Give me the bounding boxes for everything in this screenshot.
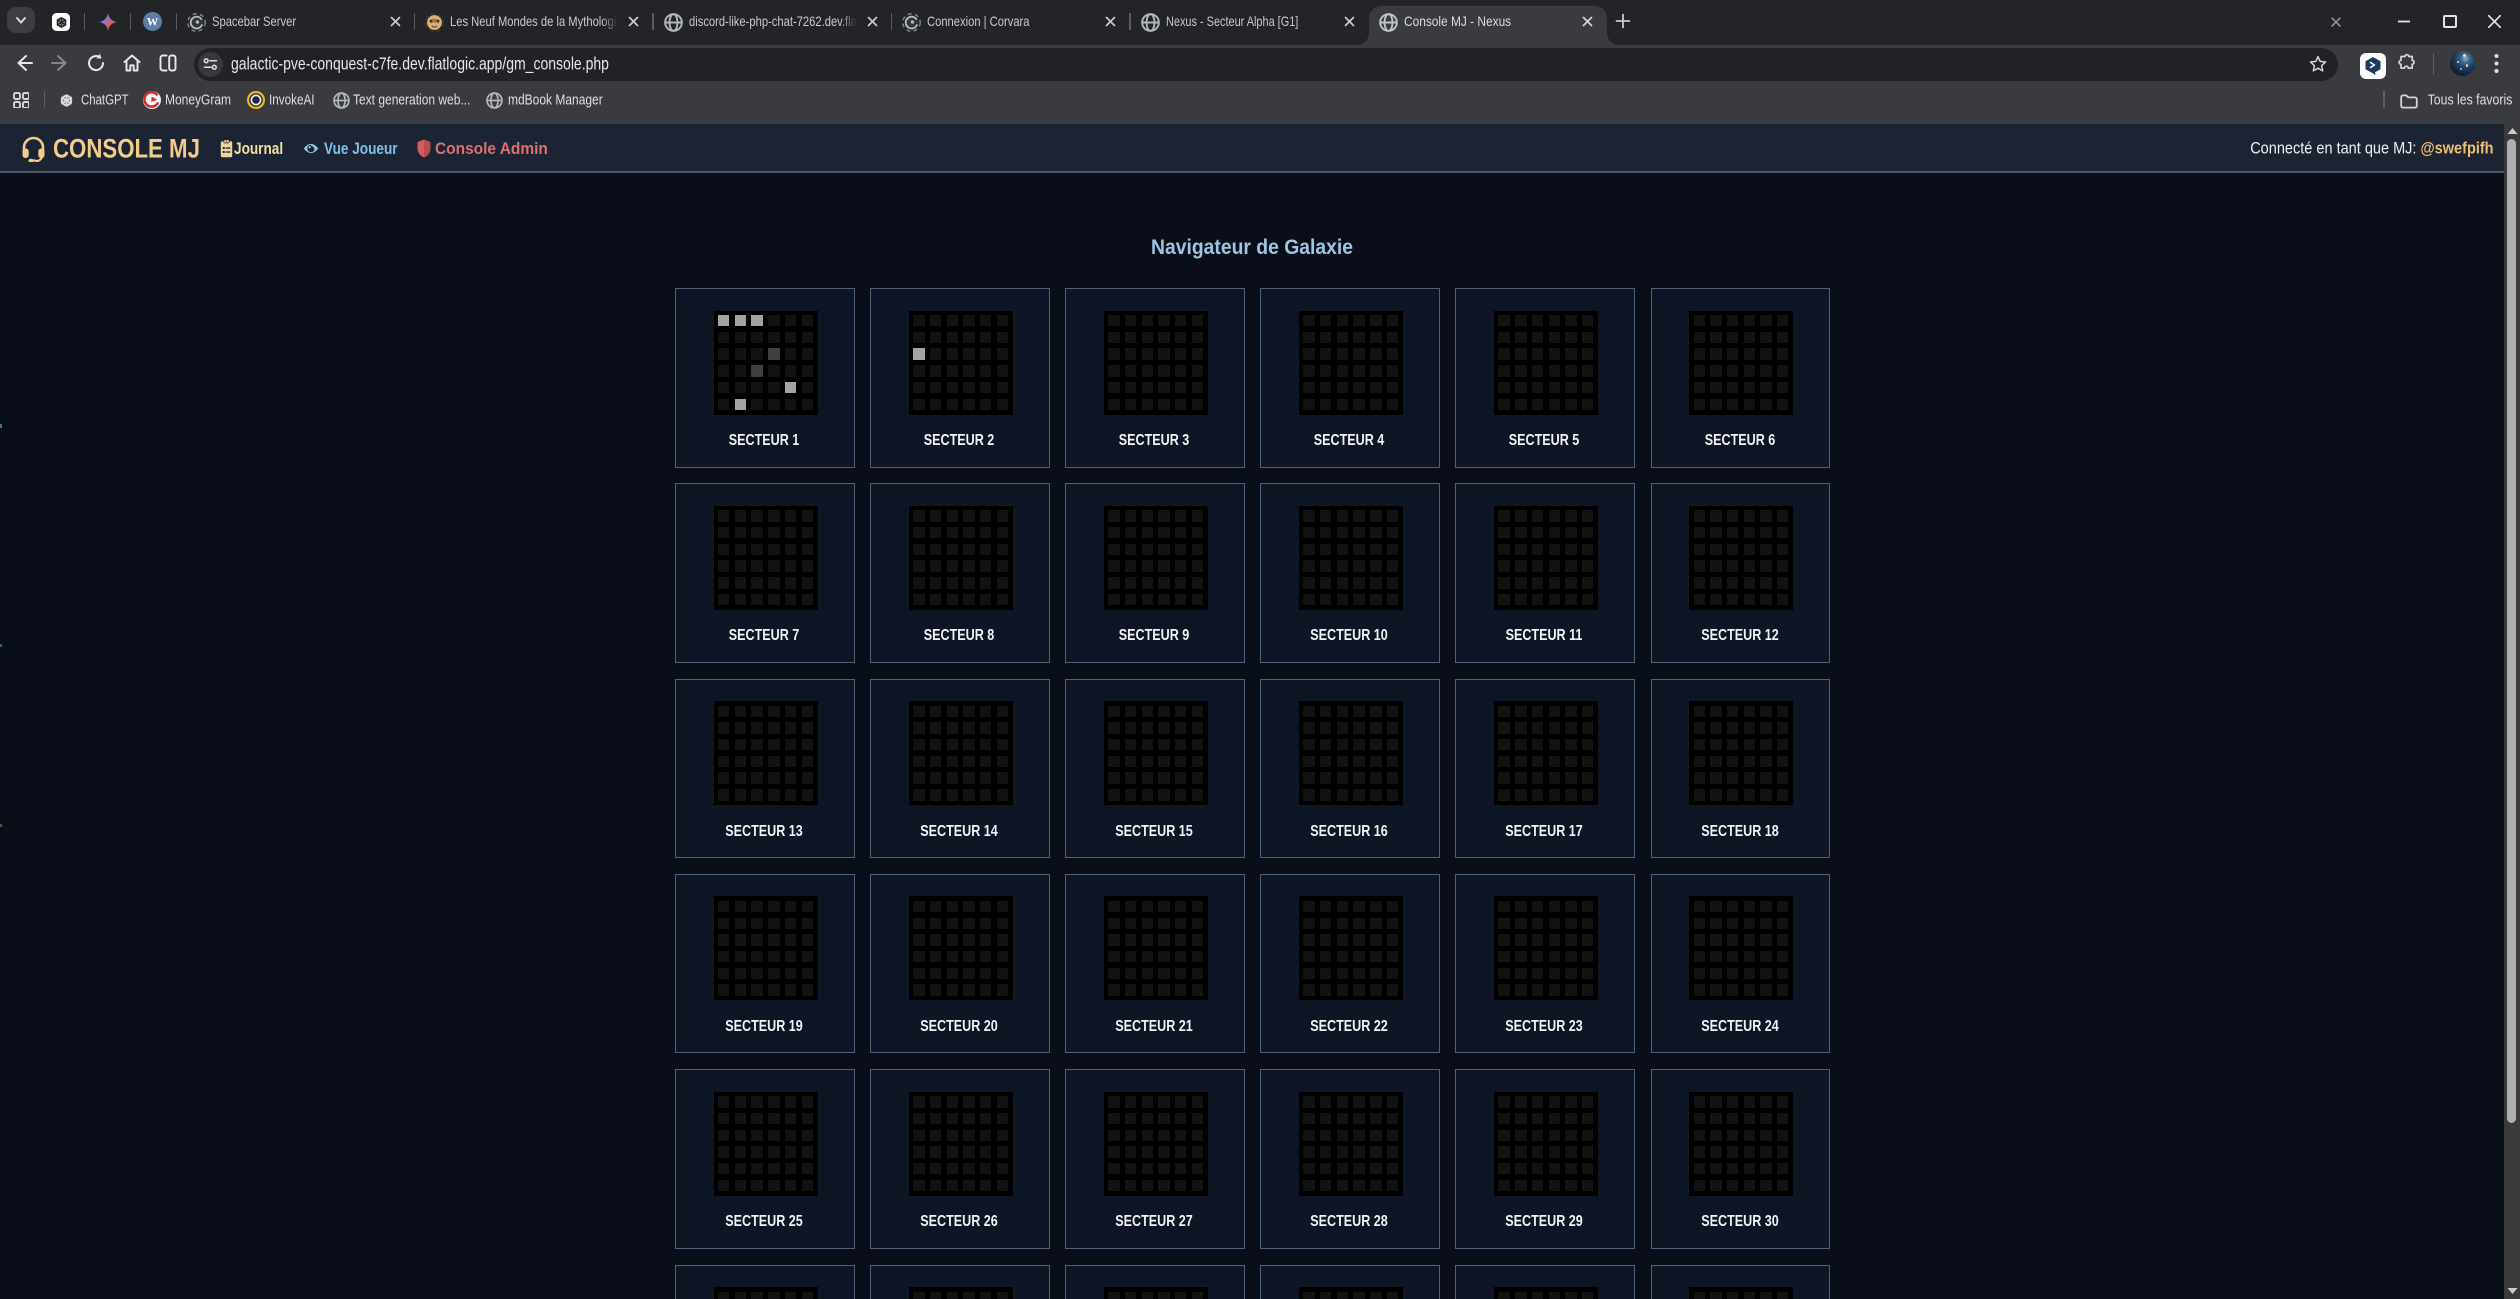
svg-text:W: W bbox=[147, 17, 159, 29]
